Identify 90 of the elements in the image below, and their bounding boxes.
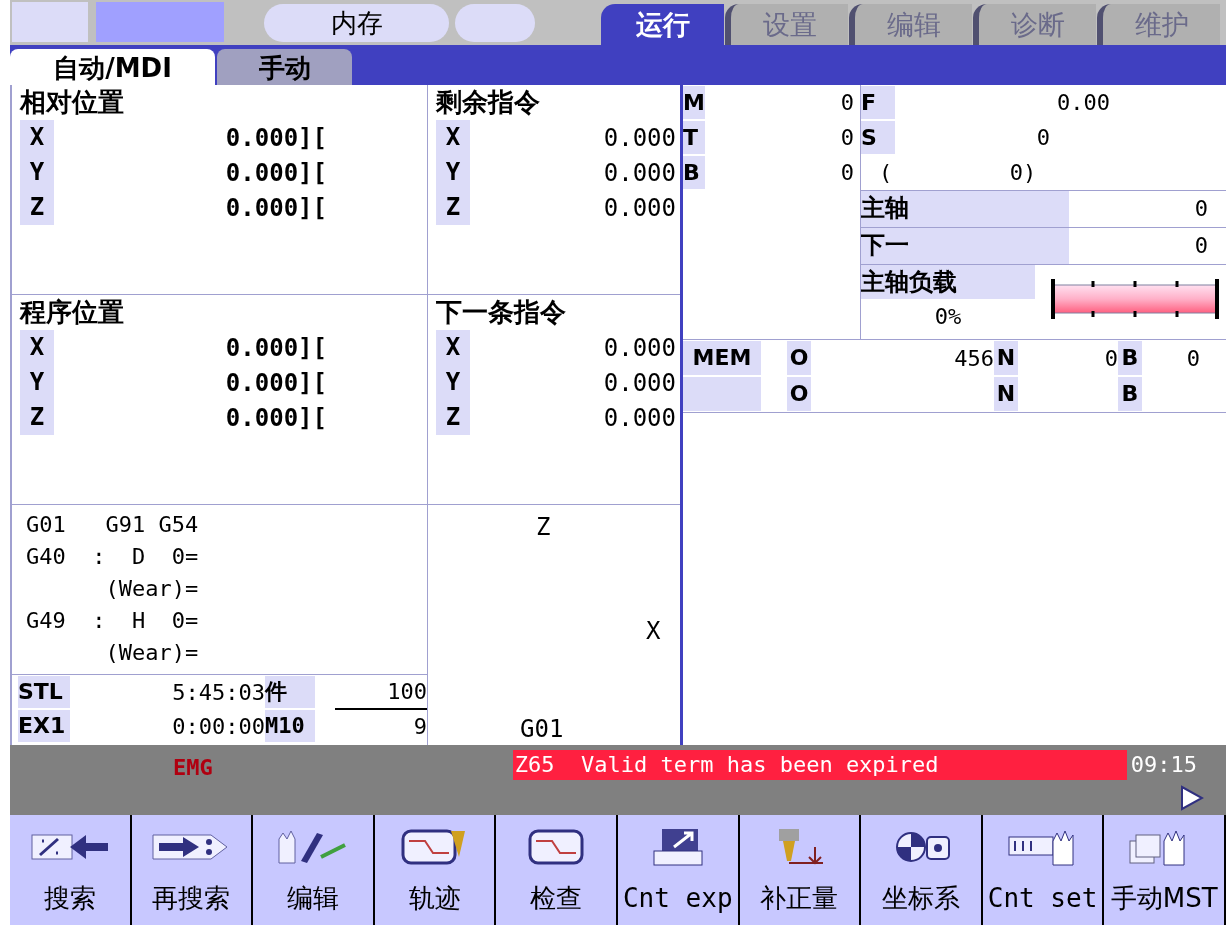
code-label: S (861, 121, 895, 154)
field-label: O (787, 377, 811, 411)
mode-label: 内存 (264, 4, 449, 42)
axis-value: 0.000 (602, 402, 677, 434)
mode-tab[interactable]: 手动 (217, 49, 352, 85)
load-label: 主轴负载 (861, 265, 1035, 299)
axis-label: Y (20, 365, 54, 400)
field-label: N (994, 377, 1018, 411)
code-label: F (861, 86, 895, 119)
code-label: B (683, 156, 705, 189)
load-reading: 0% (933, 303, 963, 331)
alarm-message: Z65 Valid term has been expired (512, 750, 1127, 780)
field-value: 0 (1103, 344, 1118, 373)
axis-value: 0.000][ (224, 367, 328, 399)
softkey-button[interactable]: 坐标系 (861, 815, 983, 925)
axis-label: Z (536, 512, 551, 543)
axis-value: 0.000][ (224, 402, 328, 434)
code-value: 0 (839, 124, 855, 152)
axis-value: 0.000][ (224, 192, 328, 224)
code-value: 0 (839, 89, 855, 117)
axis-label: X (20, 330, 54, 365)
axis-value: 0.000][ (224, 122, 328, 154)
axis-label: Z (436, 190, 470, 225)
section-title: 下一条指令 (435, 296, 567, 329)
axis-value: 0.000][ (224, 332, 328, 364)
section-title: 相对位置 (18, 86, 125, 119)
softkey-button[interactable]: 搜索 (10, 815, 132, 925)
axis-label: Y (436, 155, 470, 190)
axis-value: 0.000 (602, 192, 677, 224)
modal-code-line: G01 G91 G54 (25, 511, 200, 539)
code-label: M (683, 86, 705, 119)
axis-value: 0.000 (602, 367, 677, 399)
mode-label: MEM (683, 341, 761, 375)
spindle-label: 下一 (861, 228, 1069, 264)
counter-value: 5:45:03 (171, 678, 265, 707)
section-title: 程序位置 (18, 296, 125, 329)
counter-value: 100 (335, 674, 427, 710)
spindle-value: 0) (1008, 159, 1037, 187)
axis-label: Z (436, 400, 470, 435)
field-label: B (1118, 377, 1142, 411)
paren-open: ( (879, 159, 893, 187)
axis-value: 0.000 (602, 157, 677, 189)
axis-value: 0.000][ (224, 157, 328, 189)
code-value: 0 (1035, 124, 1050, 152)
counter-value: 0:00:00 (171, 712, 265, 741)
emergency-label: EMG (173, 754, 213, 779)
modal-code-line: G49 : H 0= (25, 607, 200, 635)
code-value: 0.00 (1056, 89, 1110, 117)
code-value: 0 (839, 159, 855, 187)
clock: 09:15 (1130, 751, 1197, 779)
softkey-button[interactable]: 轨迹 (374, 815, 497, 925)
softkey-button[interactable]: 手动MST (1104, 815, 1226, 925)
counter-label: 件 (265, 676, 315, 708)
softkey-button[interactable]: 再搜索 (131, 815, 254, 925)
gcode-label: G01 (520, 714, 564, 745)
softkey-button[interactable]: 补正量 (739, 815, 862, 925)
spindle-value: 0 (1193, 232, 1209, 260)
softkey-button[interactable]: 检查 (496, 815, 618, 925)
axis-label: Z (20, 190, 54, 225)
field-label: N (994, 341, 1018, 375)
play-icon[interactable] (1180, 785, 1204, 811)
axis-label: Y (436, 365, 470, 400)
axis-label: X (646, 616, 661, 647)
field-value: 456 (953, 344, 994, 373)
counter-label: EX1 (18, 710, 70, 742)
field-label: O (787, 341, 811, 375)
axis-value: 0.000 (602, 332, 677, 364)
modal-code-line: (Wear)= (104, 575, 200, 603)
softkey-button[interactable]: Cnt set (982, 815, 1105, 925)
screen-tab[interactable]: 运行 (601, 4, 724, 45)
softkey-button[interactable]: 编辑 (253, 815, 375, 925)
axis-label: Z (20, 400, 54, 435)
modal-code-line: (Wear)= (104, 639, 200, 667)
counter-label: M10 (265, 710, 315, 742)
spindle-value: 0 (1193, 195, 1209, 223)
axis-label: X (20, 120, 54, 155)
mode-tab[interactable]: 自动/MDI (10, 49, 215, 85)
counter-label: STL (18, 676, 70, 708)
section-title: 剩余指令 (435, 86, 541, 119)
code-label: T (683, 121, 705, 154)
axis-label: X (436, 120, 470, 155)
axis-label: X (436, 330, 470, 365)
axis-label: Y (20, 155, 54, 190)
field-value: 0 (1185, 344, 1200, 373)
counter-value: 9 (412, 712, 427, 741)
field-label: B (1118, 341, 1142, 375)
softkey-button[interactable]: Cnt exp (617, 815, 740, 925)
modal-code-line: G40 : D 0= (25, 543, 200, 571)
axis-value: 0.000 (602, 122, 677, 154)
spindle-label: 主轴 (861, 191, 1069, 227)
